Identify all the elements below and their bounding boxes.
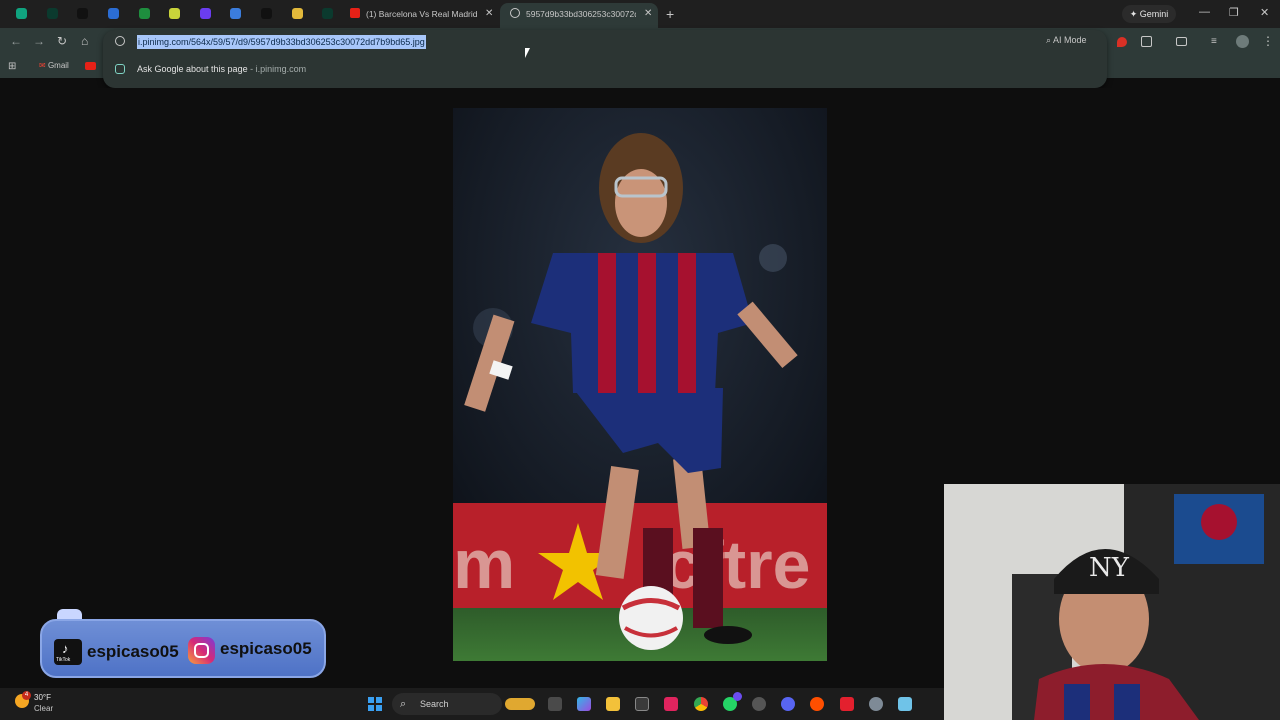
gemini-label: Gemini [1139,9,1169,19]
ai-mode-button[interactable]: ⌕ AI Mode [1046,35,1087,46]
tab-barcelona-video[interactable]: (1) Barcelona Vs Real Madrid 3 [350,4,480,24]
tiktok-icon[interactable] [261,8,272,19]
tiktok-icon[interactable] [77,8,88,19]
apps-grid-icon[interactable]: ⊞ [8,61,16,72]
windows-start-icon[interactable] [368,697,382,711]
weather-temperature[interactable]: 30°F [34,693,51,702]
weather-badge: 4 [22,691,31,700]
app-icon[interactable] [810,697,824,711]
tiktok-app-icon[interactable] [664,697,678,711]
a-logo-icon[interactable] [230,8,241,19]
home-icon[interactable]: ⌂ [81,34,88,48]
task-view-icon[interactable] [548,697,562,711]
app-icon[interactable] [322,8,333,19]
bookmark-label: Gmail [47,61,69,70]
purple-app-icon[interactable] [200,8,211,19]
gemini-button[interactable]: ✦ Gemini [1122,5,1176,23]
tab-close-button[interactable]: ✕ [644,8,652,20]
bookmark-gmail[interactable]: ✉ Gmail [39,61,69,70]
chatgpt-icon[interactable] [16,8,27,19]
app-icon[interactable] [752,697,766,711]
avatar[interactable] [1236,35,1249,48]
search-icon: ⌕ [1046,35,1054,45]
new-tab-button[interactable]: + [666,6,674,22]
gmail-icon: ✉ [39,61,48,70]
suggestion-text: Ask Google about this page [137,64,248,74]
weather-condition[interactable]: Clear [34,704,53,713]
webcam-overlay: NY [944,484,1280,720]
youtube-icon [350,8,360,18]
chrome-icon[interactable] [694,697,708,711]
extension-icon[interactable] [169,8,180,19]
tab-title: 5957d9b33bd306253c30072dd [526,9,636,19]
close-window-button[interactable]: ✕ [1260,6,1269,19]
tiktok-handle: espicaso05 [87,642,179,661]
site-info-icon[interactable] [115,36,125,46]
mouse-cursor-icon [525,48,530,58]
address-bar-input[interactable]: i.pinimg.com/564x/59/57/d9/5957d9b33bd30… [137,35,426,49]
docs-icon[interactable] [108,8,119,19]
webcam-feed: NY [944,484,1280,720]
ai-mode-label: AI Mode [1053,35,1087,45]
file-explorer-icon[interactable] [606,697,620,711]
reload-icon[interactable]: ↻ [57,34,67,48]
photo-illustration: m cftre [453,108,827,661]
capture-icon[interactable] [840,697,854,711]
instagram-glyph-icon [194,643,209,658]
taskbar-search[interactable]: Search [392,693,502,715]
suggestion-separator: - [247,64,256,74]
sparkle-icon: ✦ [1129,9,1140,19]
instagram-handle: espicaso05 [220,639,312,658]
tab-close-button[interactable]: ✕ [485,8,493,20]
menu-kebab-icon[interactable]: ⋮ [1262,34,1274,48]
soccer-player-photo: m cftre [453,108,827,661]
restore-button[interactable]: ❐ [1229,6,1239,19]
forward-icon[interactable]: → [33,34,45,48]
extension-icon[interactable] [1117,37,1127,47]
globe-icon [510,8,520,18]
store-icon[interactable] [635,697,649,711]
tiktok-glyph-icon: ♪ [62,641,69,656]
search-label: Search [420,699,449,709]
search-highlight-icon [505,698,535,710]
tiktok-caption: TikTok [56,657,71,663]
extensions-puzzle-icon[interactable] [1141,36,1152,47]
lens-icon [115,64,125,74]
suggestion-domain: i.pinimg.com [255,64,307,74]
svg-text:m: m [453,525,515,603]
minimize-button[interactable]: — [1199,6,1210,18]
back-icon[interactable]: ← [10,34,22,48]
notes-icon[interactable] [292,8,303,19]
discord-icon[interactable] [781,697,795,711]
app-icon[interactable] [47,8,58,19]
tab-title: (1) Barcelona Vs Real Madrid 3 [366,9,480,19]
side-panel-icon[interactable] [1176,37,1187,46]
reading-list-icon[interactable]: ≡ [1211,36,1217,47]
search-icon: ⌕ [400,698,407,710]
youtube-icon[interactable] [85,62,96,70]
tab-image[interactable]: 5957d9b33bd306253c30072dd [510,4,636,24]
notepad-icon[interactable] [898,697,912,711]
settings-icon[interactable] [869,697,883,711]
copilot-icon[interactable] [577,697,591,711]
sheets-icon[interactable] [139,8,150,19]
omnibox-suggestion[interactable]: Ask Google about this page - i.pinimg.co… [137,64,306,74]
notification-badge [733,692,742,701]
svg-text:NY: NY [1089,553,1130,583]
